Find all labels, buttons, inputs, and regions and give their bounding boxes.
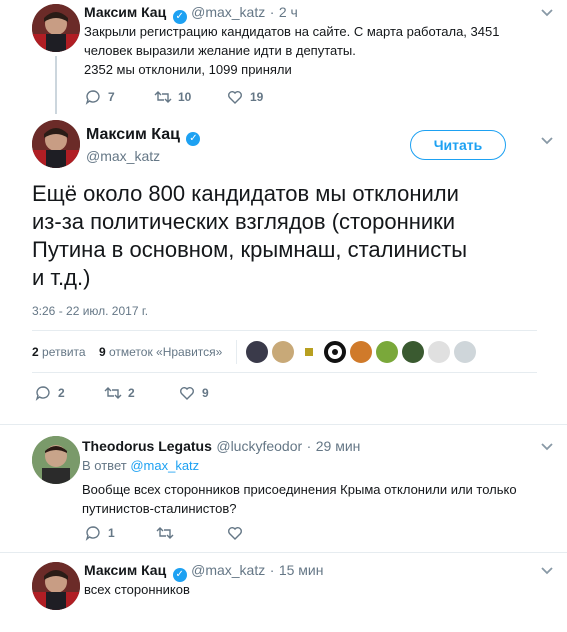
thread-line	[55, 56, 57, 114]
divider	[0, 552, 567, 553]
reply-icon	[84, 524, 102, 542]
reply-header: Theodorus Legatus @luckyfeodor · 29 мин	[82, 438, 360, 456]
liker-avatar[interactable]	[246, 341, 268, 363]
like-button[interactable]	[226, 524, 250, 542]
author-name[interactable]: Максим Кац	[84, 562, 166, 578]
main-tweet-text: Ещё около 800 кандидатов мы отклонили из…	[32, 180, 552, 292]
retweets-stat-label: ретвита	[42, 345, 86, 359]
retweet-count: 10	[178, 90, 192, 104]
more-options-button[interactable]	[540, 564, 554, 583]
engagement-stats: 2 ретвита 9 отметок «Нравится»	[32, 345, 222, 359]
reply-count: 2	[58, 386, 65, 400]
reply-button[interactable]: 7	[84, 88, 115, 106]
more-options-button[interactable]	[540, 134, 554, 153]
tweet-time[interactable]: 2 ч	[279, 4, 298, 20]
main-author: Максим Кац ✓ @max_katz	[86, 126, 201, 164]
reply-count: 1	[108, 526, 115, 540]
liker-avatar[interactable]	[402, 341, 424, 363]
tweet-timestamp[interactable]: 3:26 - 22 июл. 2017 г.	[32, 304, 148, 318]
retweets-stat[interactable]: 2 ретвита	[32, 345, 89, 359]
in-reply-to: В ответ @max_katz	[82, 458, 199, 473]
tweet-text-line: Закрыли регистрацию кандидатов на сайте.…	[84, 24, 500, 39]
reply-icon	[34, 384, 52, 402]
author-name[interactable]: Максим Кац	[84, 4, 166, 20]
reply-button[interactable]: 1	[84, 524, 115, 542]
author-name[interactable]: Theodorus Legatus	[82, 438, 212, 454]
tweet-text: всех сторонников	[84, 582, 190, 597]
reply-icon	[84, 88, 102, 106]
divider	[0, 424, 567, 425]
retweet-icon	[104, 384, 122, 402]
heart-icon	[178, 384, 196, 402]
reply-button[interactable]: 2	[34, 384, 65, 402]
chevron-down-icon	[541, 443, 553, 451]
author-handle[interactable]: @max_katz	[86, 148, 200, 164]
author-handle[interactable]: @luckyfeodor	[216, 438, 302, 454]
avatar[interactable]	[32, 436, 80, 484]
tweet-text-line: Путина в основном, крымнаш, сталинисты	[32, 237, 468, 262]
tweet-text-line: из-за политических взглядов (сторонники	[32, 209, 456, 234]
likes-stat[interactable]: 9 отметок «Нравится»	[99, 345, 222, 359]
chevron-down-icon	[541, 567, 553, 575]
like-count: 19	[250, 90, 264, 104]
avatar[interactable]	[32, 120, 80, 168]
like-count: 9	[202, 386, 209, 400]
reply-count: 7	[108, 90, 115, 104]
likers-avatars	[246, 341, 476, 363]
tweet-time[interactable]: 29 мин	[316, 438, 361, 454]
verified-badge-icon: ✓	[186, 132, 201, 146]
author-name[interactable]: Максим Кац	[86, 126, 180, 143]
liker-avatar[interactable]	[454, 341, 476, 363]
author-handle[interactable]: @max_katz	[191, 562, 265, 578]
retweet-count: 2	[128, 386, 135, 400]
liker-avatar[interactable]	[324, 341, 346, 363]
heart-icon	[226, 524, 244, 542]
liker-avatar[interactable]	[376, 341, 398, 363]
tweet-text-line: Ещё около 800 кандидатов мы отклонили	[32, 181, 459, 206]
reply-header: Максим Кац ✓ @max_katz · 15 мин	[84, 562, 323, 582]
tweet-text-line: и т.д.)	[32, 265, 91, 290]
tweet-header: Максим Кац ✓ @max_katz · 2 ч	[84, 4, 298, 24]
separator-dot: ·	[269, 4, 275, 20]
likers-separator	[236, 340, 237, 364]
retweet-button[interactable]: 10	[154, 88, 191, 106]
chevron-down-icon	[541, 9, 553, 17]
retweet-button[interactable]	[156, 524, 180, 542]
avatar[interactable]	[32, 4, 80, 52]
like-button[interactable]: 9	[178, 384, 209, 402]
retweet-icon	[154, 88, 172, 106]
chevron-down-icon	[541, 137, 553, 145]
tweet-text-line: 2352 мы отклонили, 1099 приняли	[84, 62, 292, 77]
in-reply-to-label: В ответ	[82, 458, 127, 473]
in-reply-to-handle[interactable]: @max_katz	[130, 458, 199, 473]
likes-stat-count: 9	[98, 345, 106, 359]
more-options-button[interactable]	[540, 440, 554, 459]
separator-dot: ·	[269, 562, 275, 578]
tweet-text: Закрыли регистрацию кандидатов на сайте.…	[84, 22, 524, 79]
like-button[interactable]: 19	[226, 88, 263, 106]
divider	[32, 372, 537, 373]
liker-avatar[interactable]	[298, 341, 320, 363]
tweet-text: Вообще всех сторонников присоединения Кр…	[82, 480, 542, 518]
retweet-icon	[156, 524, 174, 542]
more-options-button[interactable]	[540, 6, 554, 25]
divider	[32, 330, 537, 331]
liker-avatar[interactable]	[350, 341, 372, 363]
retweets-stat-count: 2	[32, 345, 39, 359]
liker-avatar[interactable]	[428, 341, 450, 363]
tweet-text-line: Вообще всех сторонников присоединения Кр…	[82, 482, 517, 497]
retweet-button[interactable]: 2	[104, 384, 135, 402]
avatar[interactable]	[32, 562, 80, 610]
separator-dot: ·	[306, 438, 312, 454]
follow-button[interactable]: Читать	[410, 130, 506, 160]
heart-icon	[226, 88, 244, 106]
tweet-text-line: человек выразили желание идти в депутаты…	[84, 43, 356, 58]
tweet-time[interactable]: 15 мин	[279, 562, 324, 578]
liker-avatar[interactable]	[272, 341, 294, 363]
tweet-text-line: путинистов-сталинистов?	[82, 501, 237, 516]
likes-stat-label: отметок «Нравится»	[108, 345, 223, 359]
author-handle[interactable]: @max_katz	[191, 4, 265, 20]
